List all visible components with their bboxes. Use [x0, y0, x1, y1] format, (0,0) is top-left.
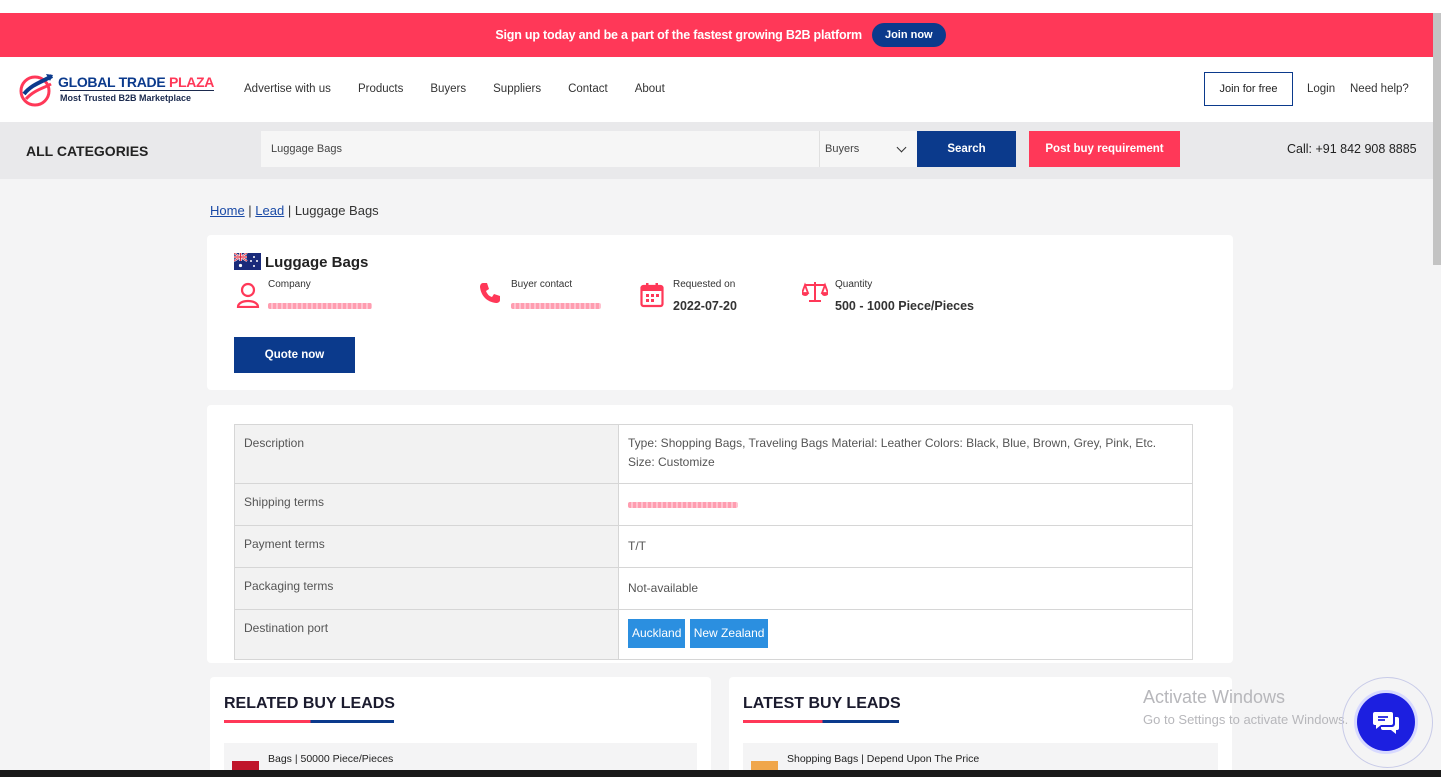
related-lead-item[interactable]: Bags | 50000 Piece/Pieces	[268, 753, 393, 765]
main-nav: Advertise with us Products Buyers Suppli…	[244, 83, 692, 95]
logo-divider	[60, 90, 214, 91]
latest-lead-item[interactable]: Shopping Bags | Depend Upon The Price	[787, 753, 979, 765]
destination-port-value: Auckland New Zealand	[618, 609, 1193, 660]
breadcrumb-separator: |	[244, 203, 256, 218]
related-buy-leads-title: RELATED BUY LEADS	[224, 695, 395, 712]
nav-about[interactable]: About	[635, 83, 665, 95]
shipping-masked-value	[628, 502, 738, 508]
search-type-value: Buyers	[825, 143, 860, 155]
description-value: Type: Shopping Bags, Traveling Bags Mate…	[618, 424, 1193, 484]
phone-icon	[480, 283, 500, 303]
breadcrumb-home[interactable]: Home	[210, 203, 245, 218]
australia-flag-icon	[234, 253, 261, 270]
need-help-link[interactable]: Need help?	[1350, 83, 1409, 95]
search-input[interactable]	[261, 131, 819, 167]
call-number[interactable]: Call: +91 842 908 8885	[1287, 142, 1417, 156]
promo-banner: Sign up today and be a part of the faste…	[0, 13, 1441, 57]
chat-button[interactable]	[1357, 693, 1415, 751]
shipping-terms-label: Shipping terms	[234, 483, 619, 526]
requested-on-label: Requested on	[673, 279, 736, 290]
user-icon	[236, 282, 260, 308]
search-type-select[interactable]: Buyers	[819, 131, 917, 167]
join-for-free-button[interactable]: Join for free	[1204, 72, 1293, 106]
login-link[interactable]: Login	[1307, 83, 1335, 95]
site-logo[interactable]: GLOBAL TRADE PLAZA Most Trusted B2B Mark…	[18, 72, 218, 108]
packaging-terms-label: Packaging terms	[234, 567, 619, 610]
company-label: Company	[268, 279, 311, 290]
logo-subtitle: Most Trusted B2B Marketplace	[60, 93, 192, 103]
shipping-terms-value	[618, 483, 1193, 526]
search-button[interactable]: Search	[917, 131, 1016, 167]
table-row: Shipping terms	[234, 483, 1193, 526]
browser-top-strip	[0, 0, 1441, 13]
company-masked-value	[268, 303, 372, 309]
description-label: Description	[234, 424, 619, 484]
taskbar-strip	[0, 770, 1441, 777]
quantity-value: 500 - 1000 Piece/Pieces	[835, 299, 975, 313]
page-scrollbar[interactable]	[1433, 13, 1441, 265]
payment-terms-label: Payment terms	[234, 525, 619, 568]
latest-buy-leads-title: LATEST BUY LEADS	[743, 695, 901, 712]
nav-suppliers[interactable]: Suppliers	[493, 83, 541, 95]
destination-tag-new-zealand[interactable]: New Zealand	[689, 619, 769, 648]
promo-text: Sign up today and be a part of the faste…	[495, 28, 862, 42]
quote-now-button[interactable]: Quote now	[234, 337, 355, 373]
activate-windows-watermark: Activate Windows	[1143, 687, 1286, 707]
table-row: Packaging terms Not-available	[234, 567, 1193, 610]
nav-buyers[interactable]: Buyers	[430, 83, 466, 95]
packaging-terms-value: Not-available	[618, 567, 1193, 610]
nav-contact[interactable]: Contact	[568, 83, 608, 95]
lead-title: Luggage Bags	[265, 254, 369, 271]
destination-port-label: Destination port	[234, 609, 619, 660]
logo-title: GLOBAL TRADE PLAZA	[58, 74, 215, 90]
globe-logo-icon	[19, 74, 54, 107]
quantity-label: Quantity	[835, 279, 873, 290]
latest-title-underline	[743, 720, 899, 723]
chat-icon	[1373, 712, 1399, 734]
activate-windows-subtext: Go to Settings to activate Windows.	[1143, 712, 1349, 727]
breadcrumb: Home | Lead | Luggage Bags	[210, 203, 379, 218]
nav-products[interactable]: Products	[358, 83, 403, 95]
table-row: Payment terms T/T	[234, 525, 1193, 568]
breadcrumb-separator-2: |	[284, 203, 295, 218]
breadcrumb-lead[interactable]: Lead	[255, 203, 284, 218]
table-row: Description Type: Shopping Bags, Traveli…	[234, 424, 1193, 484]
related-buy-leads-panel: RELATED BUY LEADS Bags | 50000 Piece/Pie…	[210, 677, 711, 777]
buyer-contact-label: Buyer contact	[511, 279, 573, 290]
lead-details-table: Description Type: Shopping Bags, Traveli…	[234, 424, 1193, 660]
buyer-contact-masked-value	[511, 303, 601, 309]
payment-terms-value: T/T	[618, 525, 1193, 568]
nav-advertise[interactable]: Advertise with us	[244, 83, 331, 95]
scale-icon	[802, 282, 828, 302]
calendar-icon	[640, 283, 664, 308]
all-categories-button[interactable]: ALL CATEGORIES	[26, 143, 148, 159]
breadcrumb-current: Luggage Bags	[294, 203, 379, 218]
join-now-button[interactable]: Join now	[871, 23, 946, 47]
destination-tag-auckland[interactable]: Auckland	[628, 619, 686, 648]
table-row: Destination port Auckland New Zealand	[234, 609, 1193, 660]
related-title-underline	[224, 720, 394, 723]
chevron-down-icon	[896, 142, 907, 153]
requested-on-value: 2022-07-20	[673, 299, 737, 313]
post-buy-requirement-button[interactable]: Post buy requirement	[1029, 131, 1180, 167]
